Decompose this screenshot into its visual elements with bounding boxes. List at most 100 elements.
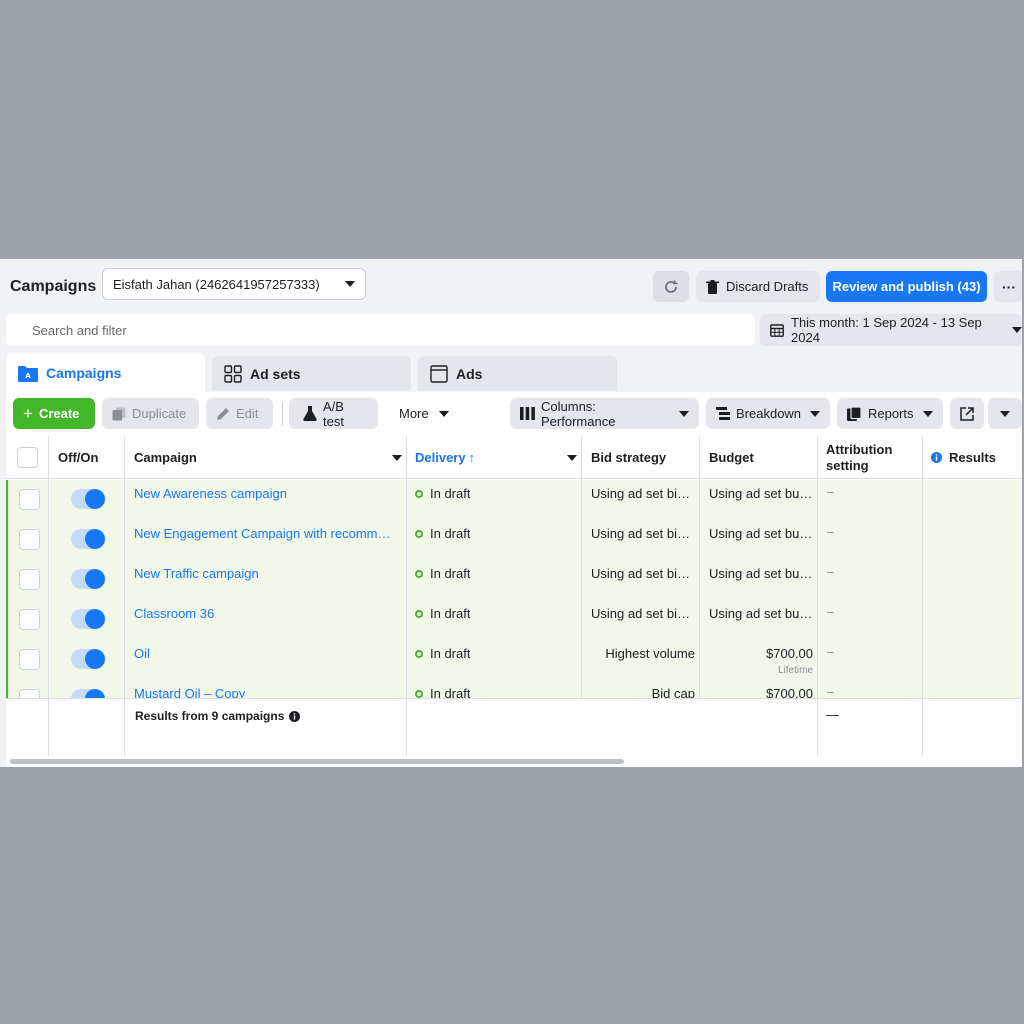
duplicate-button[interactable]: Duplicate [102, 398, 199, 429]
column-campaign-label: Campaign [134, 450, 197, 465]
campaign-name-link[interactable]: New Engagement Campaign with recommend..… [134, 526, 396, 541]
campaign-toggle[interactable] [71, 529, 105, 549]
folder-icon: A [18, 365, 38, 382]
attribution-cell: – [827, 484, 835, 499]
table-row[interactable]: Oil In draft Highest volume $700.00 Life… [8, 640, 1022, 680]
row-checkbox[interactable] [19, 609, 40, 630]
row-checkbox[interactable] [19, 649, 40, 670]
column-bid-strategy[interactable]: Bid strategy [591, 436, 666, 479]
campaign-toggle[interactable] [71, 689, 105, 698]
budget-type: Lifetime [777, 665, 813, 676]
tab-ads[interactable]: Ads [418, 356, 617, 391]
row-checkbox[interactable] [19, 689, 40, 698]
account-selector[interactable]: Eisfath Jahan (2462641957257333) [102, 268, 366, 300]
delivery-status: In draft [415, 686, 470, 698]
bid-strategy-cell: Highest volume [605, 646, 695, 661]
scrollbar-thumb[interactable] [10, 759, 624, 764]
campaigns-table: Off/On Campaign Delivery ↑ Bid strategy … [6, 436, 1022, 756]
info-icon[interactable] [289, 710, 301, 722]
toolbar: + Create Duplicate Edit A/B test More Co… [6, 392, 1022, 436]
column-campaign[interactable]: Campaign [134, 436, 402, 479]
create-label: Create [38, 406, 80, 421]
attribution-cell: – [827, 604, 835, 619]
summary-attribution: — [826, 707, 839, 722]
chevron-down-icon [567, 454, 577, 461]
plus-icon: + [23, 403, 33, 423]
column-divider [581, 436, 582, 698]
reports-dropdown[interactable]: Reports [837, 398, 943, 429]
column-attribution-setting[interactable]: Attribution setting [826, 436, 892, 479]
campaign-name-link[interactable]: Mustard Oil – Copy [134, 686, 396, 698]
export-button[interactable] [950, 398, 984, 429]
column-off-on[interactable]: Off/On [58, 436, 98, 479]
delivery-status: In draft [415, 526, 470, 541]
reports-icon [847, 406, 862, 421]
columns-dropdown[interactable]: Columns: Performance [510, 398, 699, 429]
status-dot-icon [415, 649, 423, 658]
campaign-toggle[interactable] [71, 489, 105, 509]
discard-drafts-label: Discard Drafts [726, 279, 809, 294]
tab-ads-label: Ads [456, 365, 483, 382]
status-dot-icon [415, 689, 423, 698]
column-delivery-label: Delivery [415, 450, 466, 465]
table-row[interactable]: New Traffic campaign In draft Using ad s… [8, 560, 1022, 600]
date-range-picker[interactable]: This month: 1 Sep 2024 - 13 Sep 2024 [760, 314, 1022, 346]
search-input[interactable]: Search and filter [6, 314, 755, 346]
review-and-publish-button[interactable]: Review and publish (43) [826, 271, 987, 302]
campaign-toggle[interactable] [71, 569, 105, 589]
refresh-icon [663, 279, 679, 295]
more-dropdown[interactable]: More [389, 398, 459, 429]
more-label: More [399, 406, 429, 421]
duplicate-label: Duplicate [132, 406, 187, 421]
edit-button[interactable]: Edit [206, 398, 273, 429]
tab-campaigns-label: Campaigns [46, 365, 122, 381]
tab-ad-sets[interactable]: Ad sets [212, 356, 411, 391]
table-row[interactable]: Mustard Oil – Copy In draft Bid cap $700… [8, 680, 1022, 698]
create-button[interactable]: + Create [13, 398, 95, 429]
table-row[interactable]: New Engagement Campaign with recommend..… [8, 520, 1022, 560]
toggle-knob [85, 489, 105, 509]
columns-label: Columns: Performance [541, 398, 616, 429]
column-off-on-label: Off/On [58, 450, 99, 465]
more-options-button[interactable]: ··· [994, 271, 1022, 302]
toggle-knob [85, 609, 105, 629]
bid-strategy-cell: Using ad set bid ... [591, 566, 695, 581]
attribution-cell: – [827, 524, 835, 539]
row-checkbox[interactable] [19, 569, 40, 590]
delivery-label: In draft [430, 526, 471, 541]
ellipsis-icon: ··· [1002, 278, 1016, 295]
campaign-toggle[interactable] [71, 609, 105, 629]
campaign-toggle[interactable] [71, 649, 105, 669]
toolbar-divider [282, 402, 283, 426]
campaign-name-link[interactable]: Oil [134, 646, 396, 661]
ab-test-button[interactable]: A/B test [289, 398, 378, 429]
column-delivery[interactable]: Delivery ↑ [415, 436, 577, 479]
budget-cell: $700.00 [766, 686, 813, 698]
table-row[interactable]: New Awareness campaign In draft Using ad… [8, 480, 1022, 520]
column-results[interactable]: Results [931, 436, 996, 479]
select-all-checkbox[interactable] [17, 447, 38, 468]
table-row[interactable]: Classroom 36 In draft Using ad set bid .… [8, 600, 1022, 640]
summary-text: Results from 9 campaigns [135, 709, 285, 723]
budget-cell: Using ad set bud... [709, 486, 813, 501]
campaign-name-link[interactable]: Classroom 36 [134, 606, 396, 621]
svg-text:A: A [25, 372, 31, 380]
tab-campaigns[interactable]: A Campaigns [6, 353, 205, 393]
column-budget[interactable]: Budget [709, 436, 754, 479]
campaign-name-link[interactable]: New Awareness campaign [134, 486, 396, 501]
pencil-icon [216, 407, 230, 421]
toggle-knob [85, 689, 105, 698]
export-options-dropdown[interactable] [988, 398, 1022, 429]
flask-icon [303, 406, 317, 421]
horizontal-scrollbar[interactable] [6, 756, 1022, 767]
refresh-button[interactable] [653, 271, 689, 302]
campaign-name-link[interactable]: New Traffic campaign [134, 566, 396, 581]
search-placeholder: Search and filter [32, 322, 127, 338]
budget-cell: Using ad set bud... [709, 566, 813, 581]
row-checkbox[interactable] [19, 529, 40, 550]
delivery-status: In draft [415, 646, 470, 661]
chevron-down-icon [345, 281, 355, 287]
discard-drafts-button[interactable]: Discard Drafts [696, 271, 820, 302]
breakdown-dropdown[interactable]: Breakdown [706, 398, 830, 429]
row-checkbox[interactable] [19, 489, 40, 510]
